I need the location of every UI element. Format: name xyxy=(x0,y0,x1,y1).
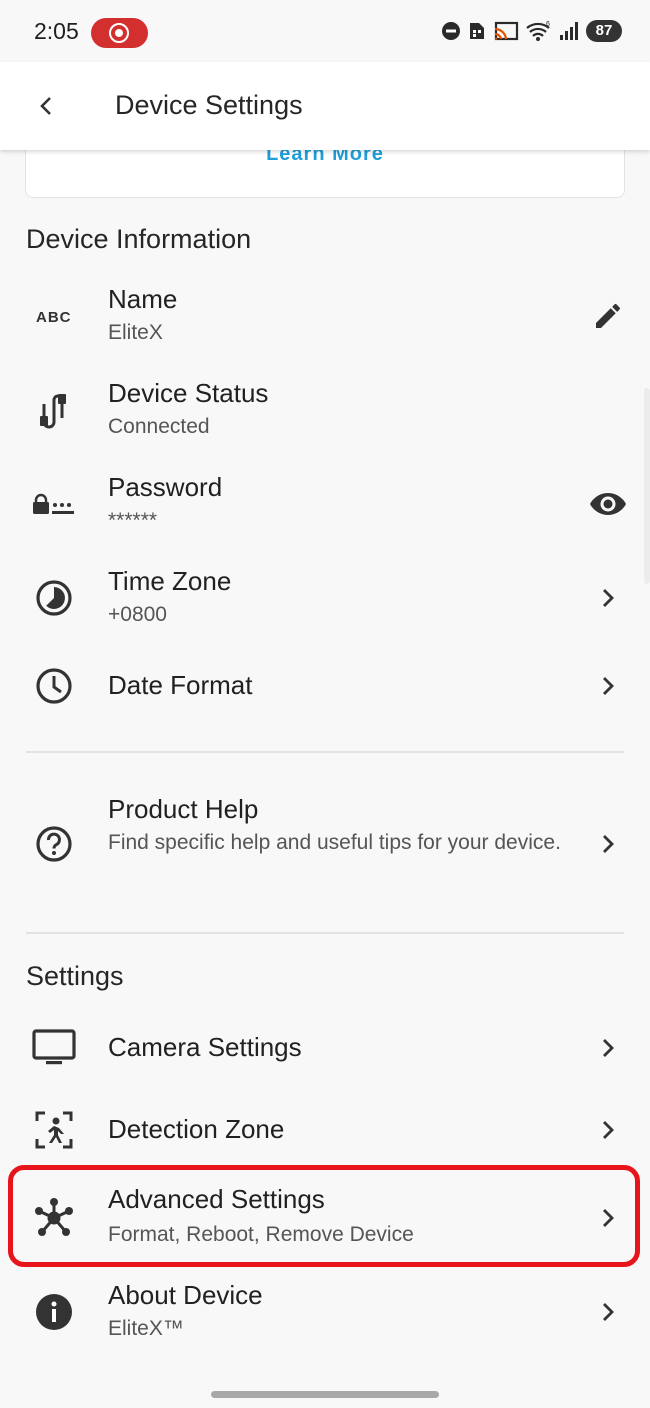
eye-icon[interactable] xyxy=(588,484,628,524)
cast-icon xyxy=(494,21,519,41)
camera-settings-row[interactable]: Camera Settings xyxy=(0,1010,650,1086)
row-title: Camera Settings xyxy=(108,1032,302,1062)
row-title: Name xyxy=(108,284,178,314)
clock-icon xyxy=(32,664,76,708)
row-subtitle: Connected xyxy=(108,415,210,438)
wifi-icon: 6 xyxy=(526,21,550,41)
chevron-right-icon xyxy=(588,666,628,706)
product-help-row[interactable]: Product Help Find specific help and usef… xyxy=(0,782,650,902)
svg-text:ABC: ABC xyxy=(36,309,72,326)
page-title: Device Settings xyxy=(115,90,303,120)
row-subtitle: EliteX™ xyxy=(108,1317,184,1340)
chevron-right-icon xyxy=(588,1110,628,1150)
dnd-icon xyxy=(442,22,460,40)
detection-zone-row[interactable]: Detection Zone xyxy=(0,1092,650,1168)
row-title: Password xyxy=(108,472,223,502)
back-arrow-icon xyxy=(40,97,51,115)
row-title: About Device xyxy=(108,1280,263,1310)
row-subtitle: ****** xyxy=(108,509,158,532)
svg-text:6: 6 xyxy=(546,21,550,28)
time-zone-row[interactable]: Time Zone +0800 xyxy=(0,554,650,644)
detection-zone-icon xyxy=(32,1108,76,1152)
chevron-right-icon xyxy=(588,824,628,864)
row-subtitle: +0800 xyxy=(108,603,167,626)
row-subtitle: Find specific help and useful tips for y… xyxy=(108,831,561,854)
signal-icon xyxy=(560,22,578,40)
divider xyxy=(26,932,624,934)
chevron-right-icon xyxy=(588,578,628,618)
monitor-icon xyxy=(32,1026,76,1070)
screen-record-icon[interactable] xyxy=(91,18,148,48)
chevron-right-icon xyxy=(588,1198,628,1238)
scroll-indicator xyxy=(644,388,650,584)
row-title: Detection Zone xyxy=(108,1114,285,1144)
abc-icon: ABC xyxy=(32,294,76,338)
edit-icon[interactable] xyxy=(588,296,628,336)
row-title: Time Zone xyxy=(108,566,232,596)
status-bar: 2:05 6 87 xyxy=(0,0,650,62)
row-title: Advanced Settings xyxy=(108,1184,325,1214)
back-button[interactable] xyxy=(26,84,66,128)
sim-icon xyxy=(470,23,484,39)
password-row[interactable]: Password ****** xyxy=(0,460,650,550)
timezone-icon xyxy=(32,576,76,620)
row-subtitle: Format, Reboot, Remove Device xyxy=(108,1223,414,1246)
about-device-row[interactable]: About Device EliteX™ xyxy=(0,1268,650,1358)
row-title: Device Status xyxy=(108,378,269,408)
cable-icon xyxy=(32,388,76,432)
device-status-row: Device Status Connected xyxy=(0,366,650,456)
info-icon xyxy=(32,1290,76,1334)
divider xyxy=(26,751,624,753)
password-icon xyxy=(32,482,76,526)
status-icons: 6 87 xyxy=(441,20,622,42)
battery-icon: 87 xyxy=(586,20,622,42)
chevron-right-icon xyxy=(588,1292,628,1332)
row-title: Product Help xyxy=(108,794,259,824)
status-time: 2:05 xyxy=(34,18,79,44)
row-subtitle: EliteX xyxy=(108,321,163,344)
chevron-right-icon xyxy=(588,1028,628,1068)
help-icon xyxy=(32,822,76,866)
section-title-settings: Settings xyxy=(26,961,124,991)
section-title-device-information: Device Information xyxy=(26,224,252,254)
home-indicator[interactable] xyxy=(211,1391,439,1398)
app-bar: Device Settings xyxy=(0,62,650,150)
date-format-row[interactable]: Date Format xyxy=(0,648,650,724)
device-name-row[interactable]: ABC Name EliteX xyxy=(0,272,650,362)
row-title: Date Format xyxy=(108,670,253,700)
hub-icon xyxy=(32,1196,76,1240)
advanced-settings-row[interactable]: Advanced Settings Format, Reboot, Remove… xyxy=(0,1174,650,1262)
